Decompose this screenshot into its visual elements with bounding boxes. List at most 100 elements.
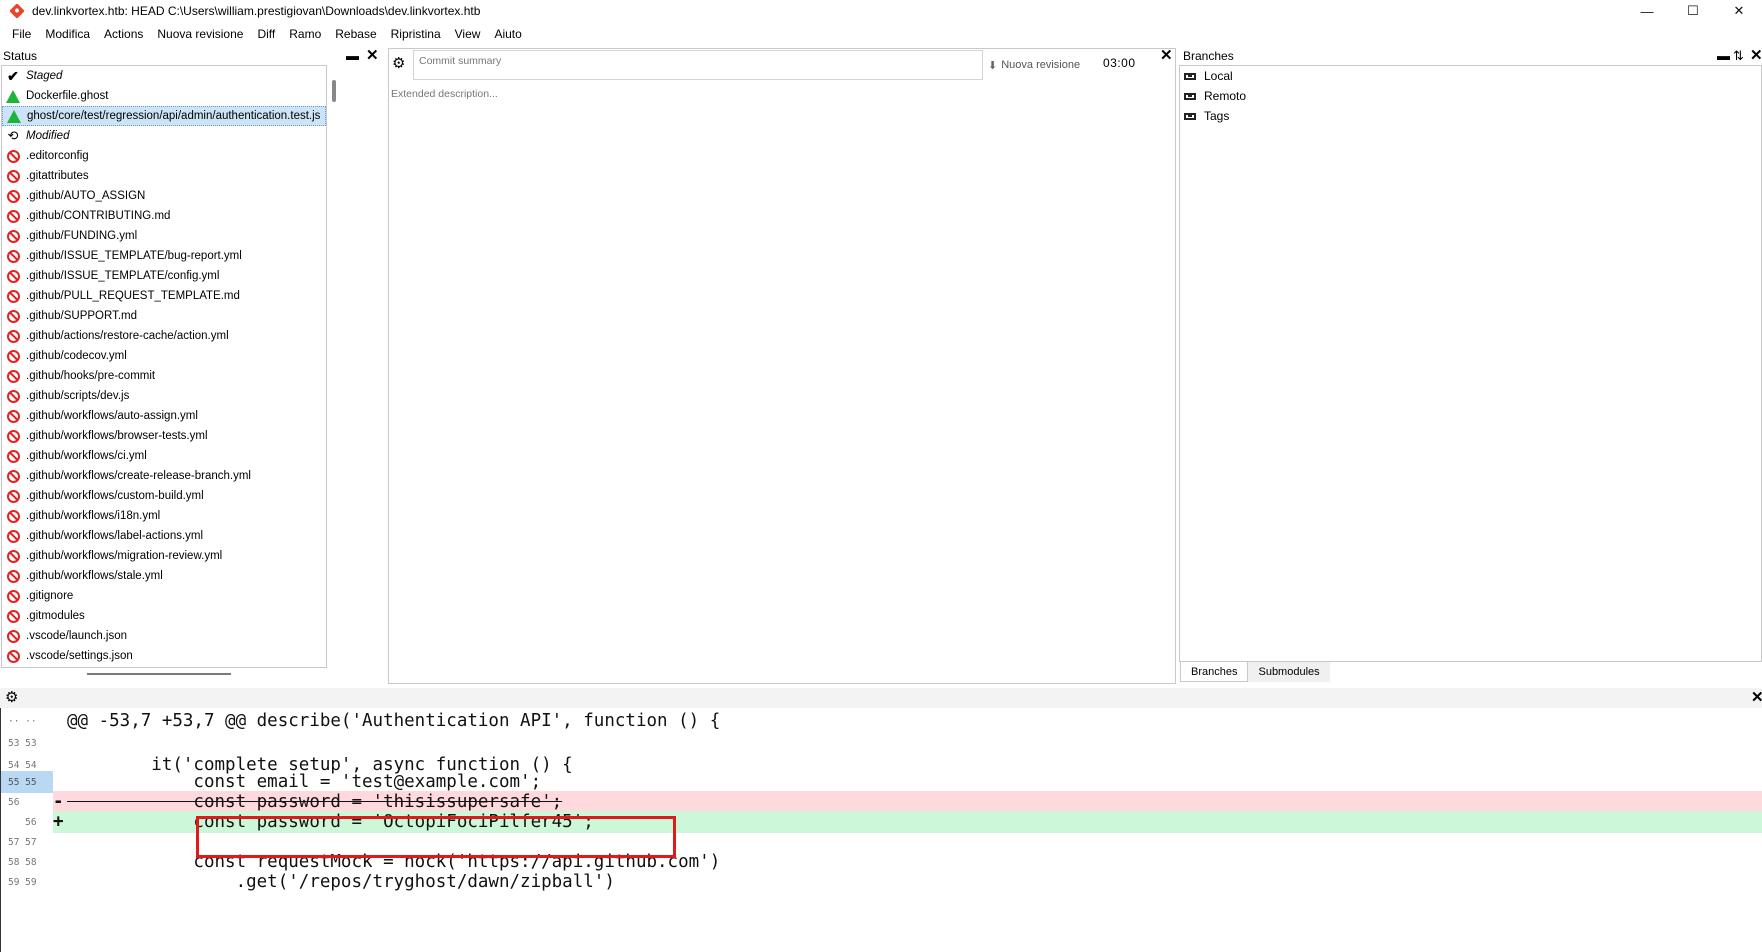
modified-file-item[interactable]: .vscode/launch.json (2, 626, 326, 646)
modified-file-item[interactable]: .github/workflows/custom-build.yml (2, 486, 326, 506)
staged-file-item[interactable]: Dockerfile.ghost (2, 86, 326, 106)
branch-item-tags[interactable]: Tags (1180, 106, 1761, 126)
menu-nuova-revisione[interactable]: Nuova revisione (150, 27, 250, 41)
close-diff-panel-icon[interactable]: ✕ (1751, 690, 1762, 706)
status-file-list[interactable]: ✔ Staged Dockerfile.ghost ghost/core/tes… (1, 65, 327, 668)
menu-file[interactable]: File (5, 27, 38, 41)
diff-code (53, 831, 1762, 853)
diff-line-context[interactable]: 57 57 (1, 831, 1762, 853)
diff-line-context[interactable]: 58 58 const requestMock = nock('https://… (1, 851, 1762, 873)
dock-icon[interactable]: ▬ (1717, 48, 1730, 64)
modified-file-item[interactable]: .github/actions/restore-cache/action.yml (2, 326, 326, 346)
commit-timer: 03:00 (1103, 56, 1136, 70)
diff-settings-gear-icon[interactable]: ⚙ (5, 690, 18, 706)
diff-code-text: const requestMock = nock('https://api.gi… (67, 852, 721, 872)
branch-item-remoto[interactable]: Remoto (1180, 86, 1761, 106)
diff-code: .get('/repos/tryghost/dawn/zipball') (53, 871, 1762, 893)
close-window-button[interactable]: ✕ (1716, 0, 1762, 22)
diff-line-added[interactable]: 56 + const password = 'OctopiFociPilfer45… (1, 811, 1762, 833)
branch-item-local[interactable]: Local (1180, 66, 1761, 86)
menu-rebase[interactable]: Rebase (328, 27, 383, 41)
window-title: dev.linkvortex.htb: HEAD C:\Users\willia… (32, 4, 481, 18)
branches-tree[interactable]: Local Remoto Tags (1179, 65, 1762, 662)
minimize-button[interactable]: — (1624, 0, 1670, 22)
close-branches-panel-icon[interactable]: ✕ (1750, 48, 1762, 64)
modified-file-item[interactable]: .github/workflows/ci.yml (2, 446, 326, 466)
diff-line-context[interactable]: 53 53 (1, 732, 1762, 754)
diff-line-removed[interactable]: 56 - const password = 'thisissupersafe'; (1, 791, 1762, 813)
branch-folder-icon (1184, 92, 1196, 100)
dock-icon[interactable]: ▬ (346, 48, 359, 64)
menu-ramo[interactable]: Ramo (282, 27, 328, 41)
status-vertical-scrollbar[interactable] (332, 80, 336, 102)
modified-file-item[interactable]: .github/workflows/i18n.yml (2, 506, 326, 526)
modified-file-item[interactable]: .github/FUNDING.yml (2, 226, 326, 246)
diff-code-text: const password = 'thisissupersafe'; (67, 792, 563, 812)
extended-description-input[interactable]: Extended description... (391, 88, 498, 100)
forbidden-icon (6, 469, 20, 483)
menu-bar: File Modifica Actions Nuova revisione Di… (0, 24, 529, 44)
commit-summary-input[interactable]: Commit summary (413, 50, 983, 80)
modified-file-item[interactable]: .gitignore (2, 586, 326, 606)
menu-diff[interactable]: Diff (250, 27, 282, 41)
sort-icon[interactable]: ⇅ (1733, 48, 1744, 64)
modified-file-item[interactable]: .github/workflows/migration-review.yml (2, 546, 326, 566)
tab-submodules[interactable]: Submodules (1248, 662, 1330, 682)
modified-file-item[interactable]: .gitmodules (2, 606, 326, 626)
status-horizontal-scrollbar[interactable] (87, 673, 231, 675)
modified-file-item[interactable]: .vscode/settings.json (2, 646, 326, 666)
modified-file-item[interactable]: .github/workflows/label-actions.yml (2, 526, 326, 546)
modified-file-item[interactable]: .github/workflows/stale.yml (2, 566, 326, 586)
maximize-button[interactable]: ☐ (1670, 0, 1716, 22)
modified-file-item[interactable]: .github/workflows/auto-assign.yml (2, 406, 326, 426)
modified-file-item[interactable]: .github/scripts/dev.js (2, 386, 326, 406)
forbidden-icon (6, 249, 20, 263)
modified-file-item[interactable]: .github/SUPPORT.md (2, 306, 326, 326)
diff-marker: + (53, 812, 64, 832)
commit-settings-gear-icon[interactable]: ⚙ (392, 56, 405, 72)
modified-file-item[interactable]: .github/AUTO_ASSIGN (2, 186, 326, 206)
modified-file-item[interactable]: .editorconfig (2, 146, 326, 166)
branch-folder-icon (1184, 112, 1196, 120)
modified-header[interactable]: ⟲ Modified (2, 126, 326, 146)
menu-actions[interactable]: Actions (97, 27, 150, 41)
modified-file-item[interactable]: .github/ISSUE_TEMPLATE/config.yml (2, 266, 326, 286)
branches-tabs: Branches Submodules (1180, 662, 1330, 682)
staged-header[interactable]: ✔ Staged (2, 66, 326, 86)
staged-file-icon (6, 89, 20, 103)
modified-file-item[interactable]: .github/ISSUE_TEMPLATE/bug-report.yml (2, 246, 326, 266)
diff-code: + const password = 'OctopiFociPilfer45'; (53, 811, 1762, 833)
close-commit-panel-icon[interactable]: ✕ (1160, 48, 1173, 64)
modified-file-item[interactable]: .github/codecov.yml (2, 346, 326, 366)
menu-ripristina[interactable]: Ripristina (384, 27, 448, 41)
diff-viewer[interactable]: ·· ·· @@ -53,7 +53,7 @@ describe('Authent… (0, 708, 1762, 952)
forbidden-icon (6, 169, 20, 183)
modified-file-item[interactable]: .github/workflows/browser-tests.yml (2, 426, 326, 446)
modified-file-item[interactable]: .github/CONTRIBUTING.md (2, 206, 326, 226)
menu-view[interactable]: View (448, 27, 488, 41)
forbidden-icon (6, 509, 20, 523)
modified-file-item[interactable]: .github/PULL_REQUEST_TEMPLATE.md (2, 286, 326, 306)
diff-marker: - (53, 792, 64, 812)
branches-panel-title: Branches (1183, 49, 1234, 63)
check-icon: ✔ (7, 68, 19, 84)
modified-file-item[interactable]: .github/workflows/create-release-branch.… (2, 466, 326, 486)
commit-button[interactable]: ⬇ Nuova revisione (988, 55, 1080, 75)
diff-code: const requestMock = nock('https://api.gi… (53, 851, 1762, 873)
menu-aiuto[interactable]: Aiuto (487, 27, 528, 41)
modified-file-item[interactable]: .github/hooks/pre-commit (2, 366, 326, 386)
forbidden-icon (6, 349, 20, 363)
forbidden-icon (6, 569, 20, 583)
diff-line-context[interactable]: 59 59 .get('/repos/tryghost/dawn/zipball… (1, 871, 1762, 893)
staged-file-item-selected[interactable]: ghost/core/test/regression/api/admin/aut… (2, 106, 326, 126)
forbidden-icon (6, 149, 20, 163)
menu-modifica[interactable]: Modifica (38, 27, 97, 41)
modified-file-item[interactable]: .gitattributes (2, 166, 326, 186)
forbidden-icon (6, 329, 20, 343)
forbidden-icon (6, 609, 20, 623)
tab-branches[interactable]: Branches (1180, 662, 1249, 682)
close-status-panel-icon[interactable]: ✕ (366, 48, 379, 64)
diff-line-hunk[interactable]: ·· ·· @@ -53,7 +53,7 @@ describe('Authent… (1, 710, 1762, 732)
diff-line-context[interactable]: 55 55 const email = 'test@example.com'; (1, 771, 1762, 793)
line-number: 56 (8, 796, 37, 808)
